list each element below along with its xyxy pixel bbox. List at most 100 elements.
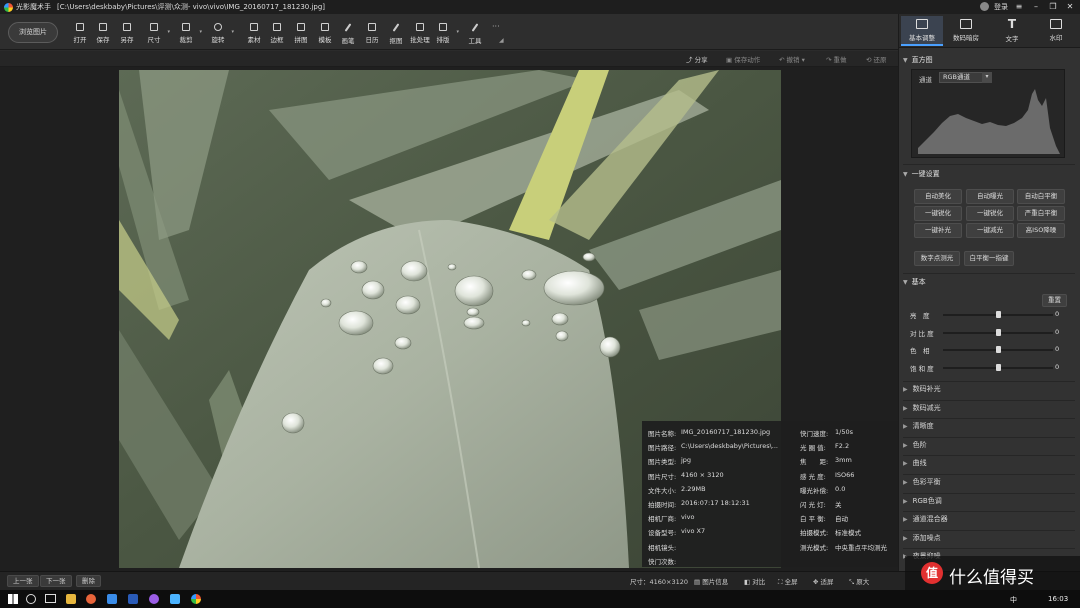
section-header[interactable]: ▶ RGB色调 — [903, 496, 942, 506]
tools-button[interactable]: 工具 — [464, 23, 486, 45]
border-button[interactable]: 边框 — [266, 23, 288, 44]
layout-button[interactable]: 排版 ▾ — [432, 23, 459, 44]
batch-button[interactable]: 批处理 — [409, 23, 431, 44]
material-button[interactable]: 素材 — [243, 23, 265, 44]
reset-button[interactable]: 重置 — [1042, 294, 1067, 307]
info-key: 图片名称: — [648, 430, 677, 438]
fill-light-button[interactable]: 一键补光 — [914, 223, 962, 238]
section-header[interactable]: ▶ 通道混合器 — [903, 514, 948, 524]
cutout-button[interactable]: 抠图 — [385, 23, 407, 45]
slider-thumb[interactable] — [996, 328, 1001, 336]
section-header[interactable]: ▶ 数码减光 — [903, 403, 941, 413]
undo-button[interactable]: ↶ 撤销 ▾ — [779, 54, 805, 64]
slider-thumb[interactable] — [996, 363, 1001, 371]
more-icon[interactable]: ··· — [492, 22, 500, 31]
photos-icon[interactable] — [170, 594, 180, 604]
divider — [903, 399, 1075, 401]
rotate-dropdown-icon[interactable]: ▾ — [231, 29, 234, 35]
crop-dropdown-icon[interactable]: ▾ — [199, 29, 202, 35]
template-button[interactable]: 模板 — [314, 23, 336, 44]
user-icon[interactable] — [980, 2, 989, 11]
redo-button[interactable]: ↷ 重做 — [826, 54, 847, 64]
reduce-light-button[interactable]: 一键减光 — [966, 223, 1014, 238]
login-link[interactable]: 登录 — [994, 2, 1008, 12]
info-value: F2.2 — [835, 442, 850, 451]
histogram-section-header[interactable]: ▼ 直方图 — [903, 55, 933, 65]
tab-digital-darkroom-label: 数码暗房 — [953, 34, 979, 42]
open-button[interactable]: 打开 — [69, 23, 91, 44]
section-header[interactable]: ▶ 曲线 — [903, 458, 927, 468]
media-icon[interactable] — [149, 594, 159, 604]
tab-watermark[interactable]: 水印 — [1035, 16, 1077, 46]
ime-indicator[interactable]: 中 — [1010, 595, 1017, 605]
basic-section-header[interactable]: ▼ 基本 — [903, 277, 926, 287]
calendar-button[interactable]: 日历 — [361, 23, 383, 44]
file-explorer-icon[interactable] — [66, 594, 76, 604]
close-icon[interactable]: ✕ — [1064, 1, 1076, 12]
info-value: jpg — [681, 456, 692, 465]
crop-button[interactable]: 裁剪 ▾ — [175, 23, 202, 44]
resize-icon — [150, 23, 158, 31]
share-button[interactable]: ⤴ 分享 — [686, 54, 708, 64]
section-header[interactable]: ▶ 清晰度 — [903, 421, 934, 431]
delete-button[interactable]: 删除 — [76, 575, 101, 587]
section-header[interactable]: ▶ 色阶 — [903, 440, 927, 450]
tab-digital-darkroom[interactable]: 数码暗房 — [945, 16, 987, 46]
size-button[interactable]: 尺寸 ▾ — [143, 23, 170, 44]
section-title: RGB色调 — [912, 496, 942, 505]
expand-arrow-icon: ▶ — [903, 404, 908, 412]
brush-button[interactable]: 画笔 — [337, 23, 359, 45]
section-header[interactable]: ▶ 色彩平衡 — [903, 477, 941, 487]
info-value: ISO66 — [835, 470, 855, 479]
info-value: 标准模式 — [835, 529, 861, 538]
search-icon[interactable] — [26, 594, 36, 604]
browser-icon[interactable] — [86, 594, 96, 604]
word-icon[interactable] — [128, 594, 138, 604]
guangying-app-icon[interactable] — [191, 594, 201, 604]
section-header[interactable]: ▶ 数码补光 — [903, 384, 941, 394]
section-header[interactable]: ▶ 添加噪点 — [903, 533, 941, 543]
compare-button[interactable]: ◧ 对比 — [744, 576, 765, 586]
original-size-button[interactable]: ⤡ 原大 — [849, 576, 869, 587]
qq-icon[interactable] — [107, 594, 117, 604]
image-info-button[interactable]: ▤ 图片信息 — [694, 576, 728, 586]
layout-dropdown-icon[interactable]: ▾ — [456, 29, 459, 35]
white-balance-finger-button[interactable]: 白平衡一指键 — [964, 251, 1014, 266]
menu-icon[interactable]: ≡ — [1013, 1, 1025, 12]
slider-thumb[interactable] — [996, 311, 1001, 318]
next-image-button[interactable]: 下一张 — [40, 575, 72, 587]
crop-label: 裁剪 — [179, 36, 193, 44]
info-key: 白 平 衡: — [800, 515, 826, 524]
fullscreen-button[interactable]: ⛶ 全屏 — [778, 576, 798, 587]
restore-icon[interactable]: ❐ — [1047, 1, 1059, 12]
slider-thumb[interactable] — [996, 346, 1001, 353]
save-action-button[interactable]: ▣ 保存动作 — [726, 54, 760, 64]
severe-white-balance-button[interactable]: 严重白平衡 — [1017, 206, 1065, 221]
expand-icon[interactable]: ◢ — [499, 37, 504, 44]
start-icon[interactable] — [8, 594, 18, 604]
auto-exposure-button[interactable]: 自动曝光 — [966, 189, 1014, 204]
fit-screen-button[interactable]: ✥ 适屏 — [813, 576, 834, 586]
rotate-button[interactable]: 旋转 ▾ — [207, 23, 234, 44]
save-as-button[interactable]: 另存 — [116, 23, 138, 44]
collage-button[interactable]: 拼图 — [290, 23, 312, 44]
one-click-sharpen-button[interactable]: 一键锐化 — [914, 206, 962, 221]
tab-text[interactable]: T 文字 — [991, 16, 1033, 46]
camera-icon — [960, 19, 972, 29]
auto-white-balance-button[interactable]: 自动白平衡 — [1017, 189, 1065, 204]
one-click-section-header[interactable]: ▼ 一键设置 — [903, 169, 940, 179]
restore-button[interactable]: ⟲ 还原 — [866, 54, 887, 64]
browse-images-button[interactable]: 浏览图片 — [8, 22, 58, 43]
size-dropdown-icon[interactable]: ▾ — [167, 29, 170, 35]
save-button[interactable]: 保存 — [92, 23, 114, 44]
task-view-icon[interactable] — [45, 594, 56, 603]
minimize-icon[interactable]: – — [1030, 1, 1042, 12]
spot-metering-button[interactable]: 数字点测光 — [914, 251, 960, 266]
high-iso-denoise-button[interactable]: 高ISO降噪 — [1017, 223, 1065, 238]
channel-dropdown-icon[interactable]: ▾ — [982, 72, 992, 83]
auto-beautify-button[interactable]: 自动美化 — [914, 189, 962, 204]
prev-image-button[interactable]: 上一张 — [7, 575, 39, 587]
save-icon — [99, 23, 107, 31]
tab-basic-adjust[interactable]: 基本调整 — [901, 16, 943, 46]
one-click-sharpen-2-button[interactable]: 一键锐化 — [966, 206, 1014, 221]
